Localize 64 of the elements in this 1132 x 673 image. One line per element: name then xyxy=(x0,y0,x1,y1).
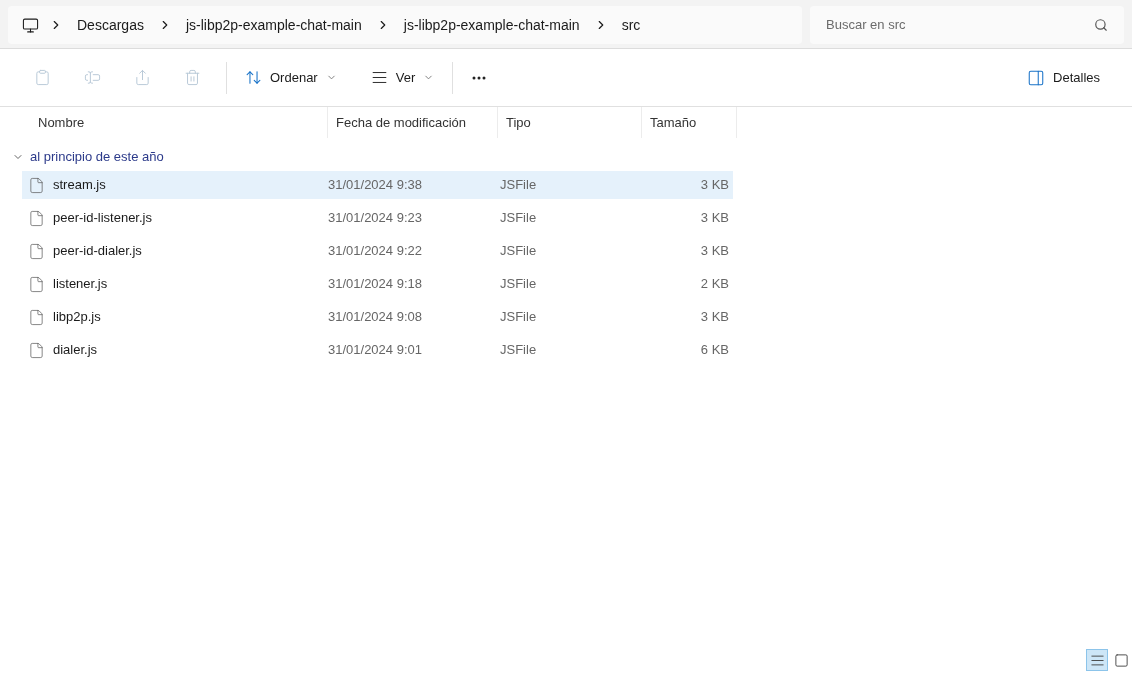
file-name: peer-id-dialer.js xyxy=(53,242,142,261)
file-row[interactable]: peer-id-dialer.js 31/01/2024 9:22 JSFile 3 KB xyxy=(22,237,733,265)
column-header[interactable]: Tamaño xyxy=(642,107,737,138)
column-header[interactable]: Nombre xyxy=(0,107,328,138)
date-cell-text: 31/01/2024 9:08 xyxy=(328,308,423,327)
sort-icon xyxy=(245,69,262,86)
type-cell-text: JSFile xyxy=(499,341,538,360)
lines-icon xyxy=(370,69,388,86)
breadcrumb-item[interactable]: Descargas xyxy=(73,14,148,36)
file-name: listener.js xyxy=(53,275,108,294)
size-cell-text: 2 KB xyxy=(699,275,729,294)
file-row[interactable]: listener.js 31/01/2024 9:18 JSFile 2 KB xyxy=(22,270,733,298)
breadcrumb-item[interactable]: js-libp2p-example-chat-main xyxy=(181,14,366,36)
size-cell-text: 3 KB xyxy=(699,176,729,195)
search-icon xyxy=(1094,18,1108,32)
file-icon xyxy=(28,275,45,293)
file-icon xyxy=(28,209,45,227)
clipboard-icon xyxy=(33,69,51,86)
size-cell-text: 6 KB xyxy=(699,341,729,360)
type-cell-text: JSFile xyxy=(499,176,538,195)
trash-icon xyxy=(183,69,201,86)
rename-icon xyxy=(83,69,101,86)
lines-icon xyxy=(1089,652,1105,668)
size-cell-text: 3 KB xyxy=(699,209,729,228)
search-input[interactable]: Buscar en src xyxy=(826,15,1094,35)
file-icon xyxy=(28,341,45,359)
file-icon xyxy=(28,242,45,260)
size-cell-text: 3 KB xyxy=(699,242,729,261)
computer-icon xyxy=(22,16,39,34)
breadcrumb-item[interactable]: js-libp2p-example-chat-main xyxy=(399,14,584,36)
file-row[interactable]: dialer.js 31/01/2024 9:01 JSFile 6 KB xyxy=(22,336,733,364)
file-row[interactable]: peer-id-listener.js 31/01/2024 9:23 JSFile 3 KB xyxy=(22,204,733,232)
date-cell-text: 31/01/2024 9:01 xyxy=(328,341,423,360)
file-name: peer-id-listener.js xyxy=(53,209,152,228)
column-header[interactable]: Tipo xyxy=(498,107,642,138)
view-button[interactable]: Ver xyxy=(366,61,439,94)
file-name: dialer.js xyxy=(53,341,98,360)
group-header[interactable]: al principio de este año xyxy=(12,149,164,165)
type-cell-text: JSFile xyxy=(499,275,538,294)
file-icon xyxy=(28,176,45,194)
file-name: stream.js xyxy=(53,176,106,195)
type-cell-text: JSFile xyxy=(499,209,538,228)
date-cell-text: 31/01/2024 9:18 xyxy=(328,275,423,294)
column-header[interactable]: Fecha de modificación xyxy=(328,107,498,138)
details-button[interactable]: Detalles xyxy=(1027,61,1106,94)
search-box[interactable]: Buscar en src xyxy=(810,6,1124,44)
file-row[interactable]: libp2p.js 31/01/2024 9:08 JSFile 3 KB xyxy=(22,303,733,331)
size-cell-text: 3 KB xyxy=(699,308,729,327)
date-cell-text: 31/01/2024 9:23 xyxy=(328,209,423,228)
type-cell-text: JSFile xyxy=(499,308,538,327)
address-bar[interactable]: Descargas js-libp2p-example-chat-main js-libp2p-example-chat-main src xyxy=(8,6,802,44)
file-icon xyxy=(28,308,45,326)
more-icon xyxy=(472,75,487,80)
sort-button[interactable]: Ordenar xyxy=(241,61,341,94)
breadcrumb-item[interactable]: src xyxy=(617,14,645,36)
date-cell-text: 31/01/2024 9:22 xyxy=(328,242,423,261)
square-icon xyxy=(1113,652,1129,668)
file-row[interactable]: stream.js 31/01/2024 9:38 JSFile 3 KB xyxy=(22,171,733,199)
details-view-button[interactable] xyxy=(1086,649,1108,671)
file-name: libp2p.js xyxy=(53,308,101,327)
type-cell-text: JSFile xyxy=(499,242,538,261)
share-icon xyxy=(133,69,151,86)
panel-icon xyxy=(1027,68,1046,87)
date-cell-text: 31/01/2024 9:38 xyxy=(328,176,423,195)
